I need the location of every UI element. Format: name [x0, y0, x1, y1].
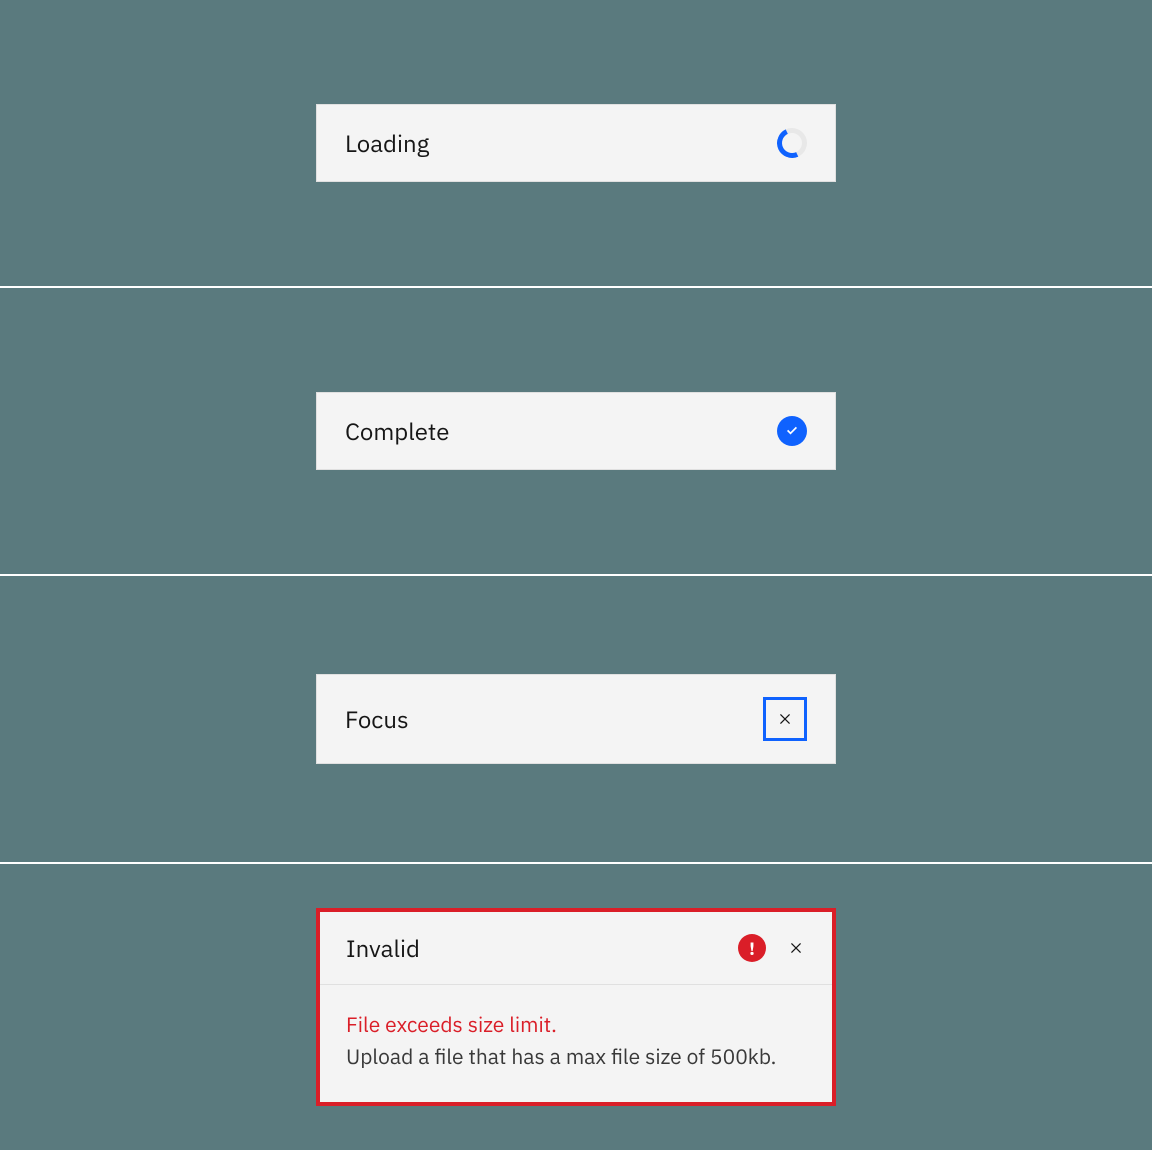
state-card-complete: Complete	[316, 392, 836, 470]
invalid-header: Invalid !	[320, 912, 832, 985]
state-card-focus: Focus	[316, 674, 836, 764]
close-button[interactable]	[763, 697, 807, 741]
state-card-invalid: Invalid ! File exceeds size limit. Uploa…	[316, 908, 836, 1106]
invalid-body: File exceeds size limit. Upload a file t…	[320, 985, 832, 1102]
loading-spinner-icon	[773, 124, 811, 162]
state-invalid-section: Invalid ! File exceeds size limit. Uploa…	[0, 864, 1152, 1152]
state-label: Loading	[345, 127, 429, 159]
error-title: File exceeds size limit.	[346, 1009, 806, 1041]
state-label: Complete	[345, 415, 449, 447]
state-label: Invalid	[346, 932, 420, 964]
state-complete-section: Complete	[0, 288, 1152, 576]
error-filled-icon: !	[738, 934, 766, 962]
close-icon	[775, 709, 795, 729]
error-message: Upload a file that has a max file size o…	[346, 1041, 806, 1073]
state-card-loading: Loading	[316, 104, 836, 182]
state-loading-section: Loading	[0, 0, 1152, 288]
checkmark-filled-icon	[777, 416, 807, 446]
state-label: Focus	[345, 703, 409, 735]
state-focus-section: Focus	[0, 576, 1152, 864]
close-button[interactable]	[786, 938, 806, 958]
close-icon	[786, 938, 806, 958]
